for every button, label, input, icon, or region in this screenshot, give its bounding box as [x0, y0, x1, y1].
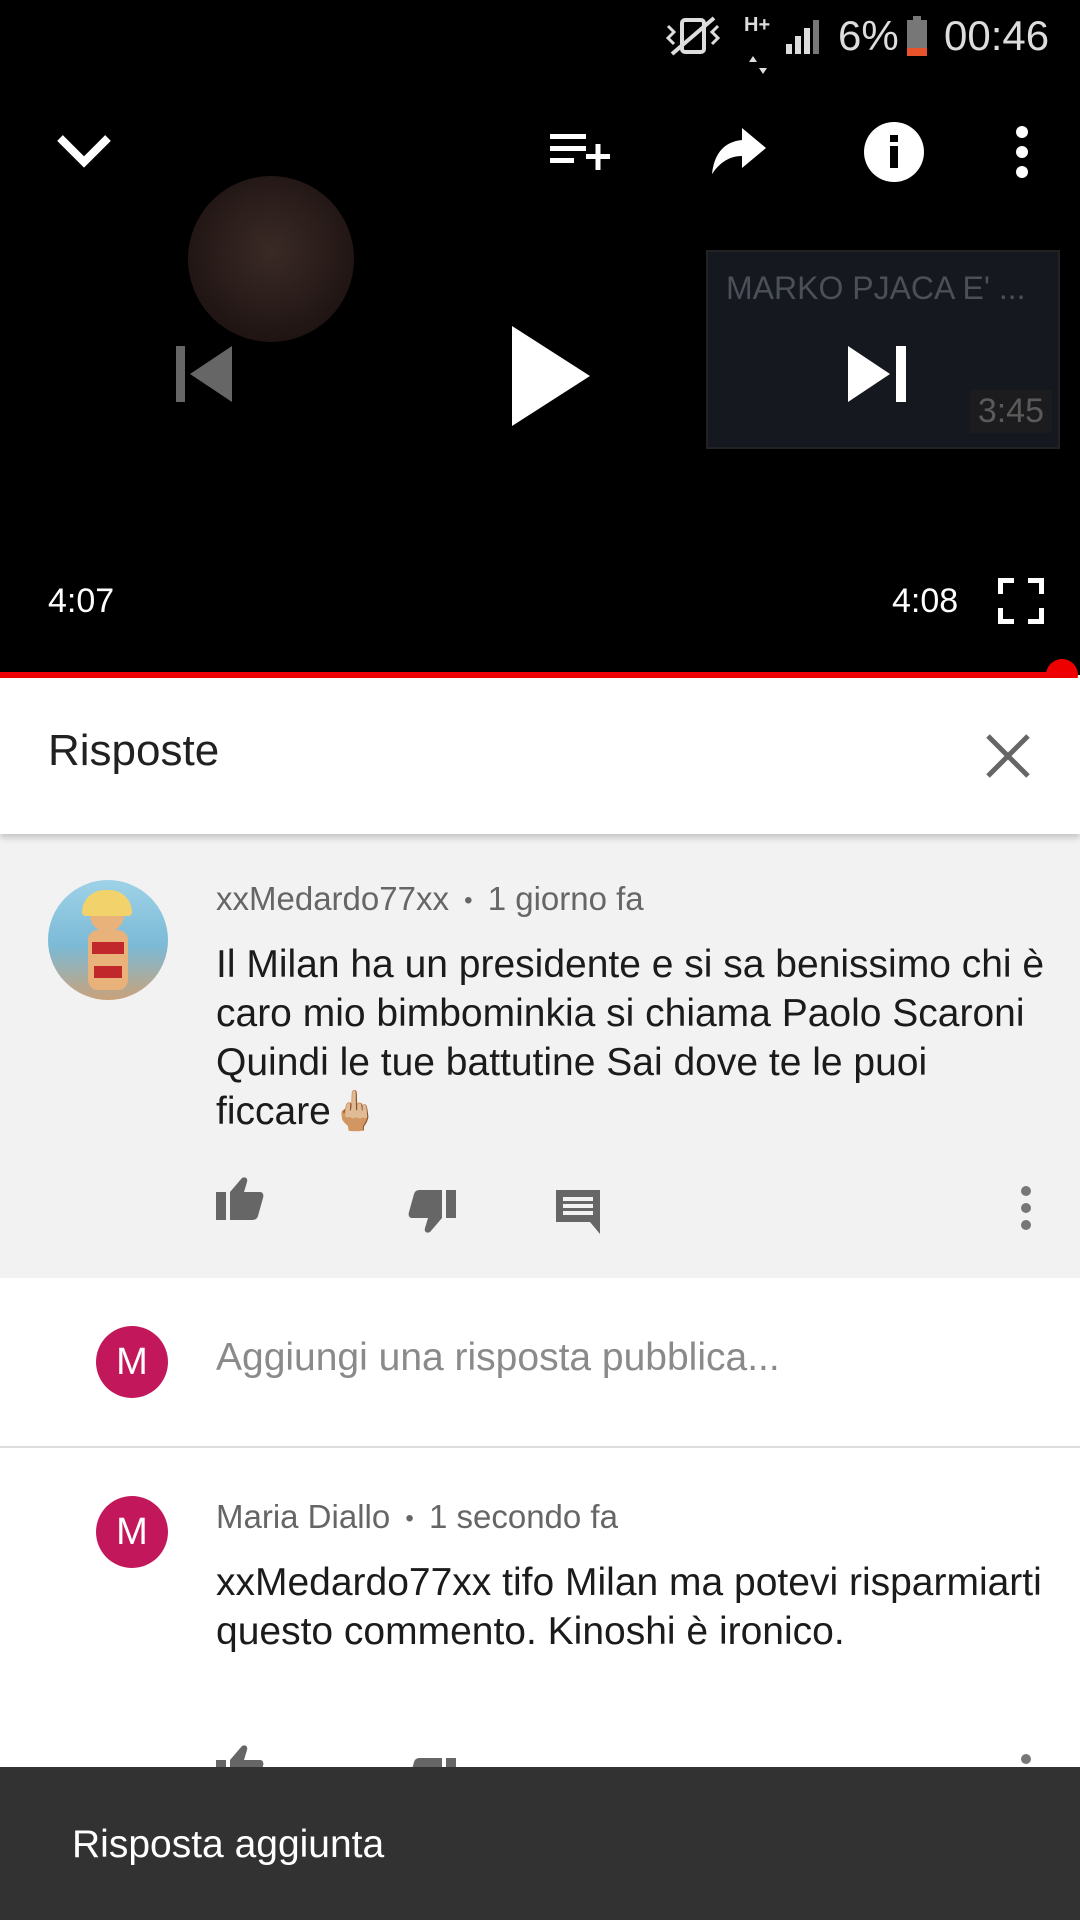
next-video-title: MARKO PJACA E' ... [726, 270, 1026, 306]
video-background-avatar [188, 176, 354, 342]
reply-avatar[interactable]: M [96, 1496, 168, 1568]
snackbar: Risposta aggiunta [0, 1767, 1080, 1920]
reply-time: 1 secondo fa [428, 1498, 618, 1535]
add-to-playlist-icon[interactable] [550, 132, 614, 176]
data-arrows-icon [748, 36, 768, 84]
duration: 4:08 [892, 582, 959, 620]
replies-header: Risposte [0, 678, 1080, 834]
status-bar: H+ 6% 00:46 [0, 0, 1080, 74]
info-icon[interactable] [864, 122, 924, 182]
battery-icon [906, 16, 928, 66]
reply-author[interactable]: Maria Diallo [216, 1498, 390, 1535]
parent-comment: xxMedardo77xx • 1 giorno fa Il Milan ha … [0, 834, 1080, 1278]
meta-separator: • [405, 1505, 414, 1533]
comment-time: 1 giorno fa [487, 880, 644, 917]
close-icon[interactable] [986, 734, 1030, 783]
like-icon[interactable] [216, 1176, 264, 1220]
next-icon[interactable] [848, 346, 906, 402]
clock: 00:46 [944, 12, 1050, 59]
minimize-chevron-icon[interactable] [54, 130, 114, 170]
user-avatar: M [96, 1326, 168, 1398]
next-video-duration: 3:45 [969, 390, 1052, 433]
signal-icon [786, 16, 826, 64]
fullscreen-icon[interactable] [998, 578, 1044, 624]
reply-input[interactable]: Aggiungi una risposta pubblica... [216, 1336, 780, 1380]
current-time: 4:07 [48, 582, 115, 620]
video-player[interactable]: MARKO PJACA E' ... 3:45 H+ 6% 00:46 4:07… [0, 0, 1080, 675]
previous-icon[interactable] [176, 346, 232, 402]
play-icon[interactable] [510, 326, 590, 426]
reply-meta: Maria Diallo • 1 secondo fa [216, 1498, 618, 1536]
snackbar-message: Risposta aggiunta [72, 1823, 385, 1866]
mute-vibrate-icon [664, 14, 722, 68]
reply-comment-icon[interactable] [556, 1190, 600, 1234]
reply-text: xxMedardo77xx tifo Milan ma potevi rispa… [216, 1561, 1042, 1653]
commenter-avatar[interactable] [48, 880, 168, 1000]
replies-title: Risposte [48, 726, 220, 775]
reply-comment: M Maria Diallo • 1 secondo fa xxMedardo7… [0, 1448, 1080, 1801]
share-icon[interactable] [710, 128, 768, 176]
comment-text: Il Milan ha un presidente e si sa beniss… [216, 943, 1045, 1133]
comment-more-icon[interactable] [1020, 1186, 1032, 1230]
network-type: H+ [744, 14, 771, 36]
comment-author[interactable]: xxMedardo77xx [216, 880, 449, 917]
dislike-icon[interactable] [408, 1190, 456, 1234]
battery-percent: 6% [838, 12, 899, 59]
more-options-icon[interactable] [1014, 126, 1030, 178]
meta-separator: • [464, 887, 473, 915]
comment-meta: xxMedardo77xx • 1 giorno fa [216, 880, 644, 918]
reply-input-row[interactable]: M Aggiungi una risposta pubblica... [0, 1278, 1080, 1448]
